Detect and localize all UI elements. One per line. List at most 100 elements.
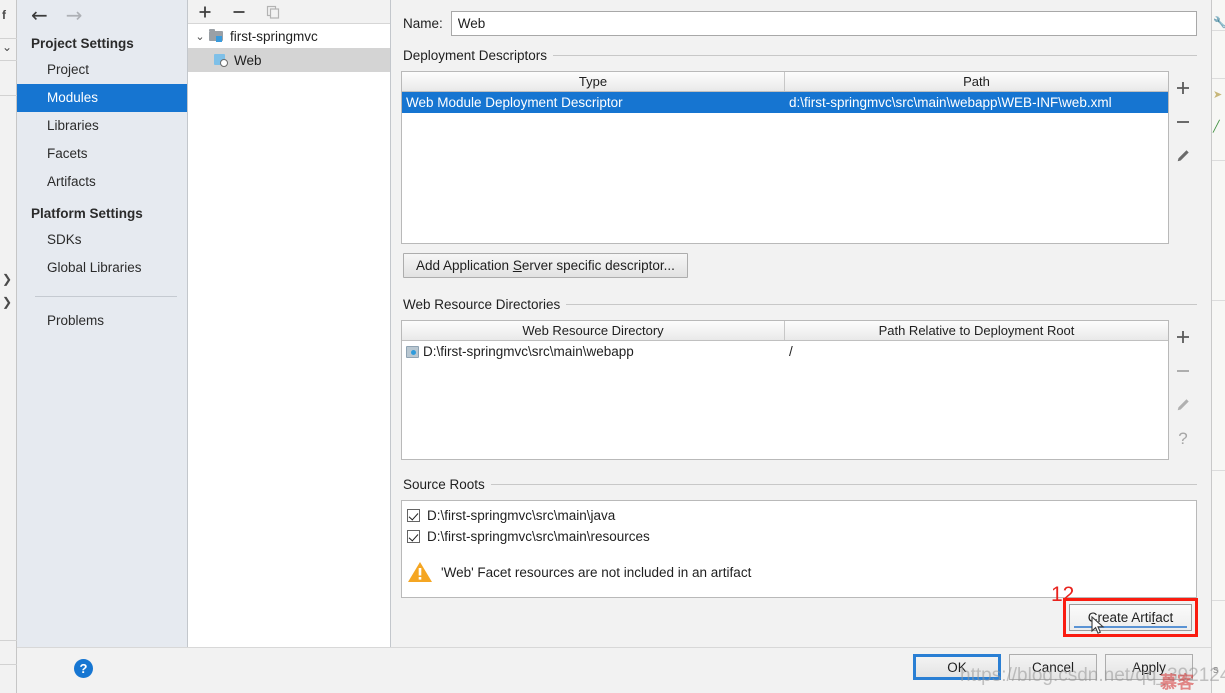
arrow-left-icon[interactable]: ← bbox=[31, 5, 48, 25]
add-web-resource-button[interactable] bbox=[1169, 320, 1197, 354]
project-settings-heading: Project Settings bbox=[31, 36, 134, 51]
cell-directory: D:\first-springmvc\src\main\webapp bbox=[402, 344, 785, 359]
cell-path: d:\first-springmvc\src\main\webapp\WEB-I… bbox=[789, 95, 1112, 110]
sidebar-item-facets[interactable]: Facets bbox=[17, 140, 187, 168]
remove-web-resource-button[interactable] bbox=[1169, 354, 1197, 388]
bg-wrench-icon: 🔧 bbox=[1213, 17, 1225, 29]
sidebar-item-artifacts[interactable]: Artifacts bbox=[17, 168, 187, 196]
table-header: Web Resource Directory Path Relative to … bbox=[402, 321, 1168, 341]
web-resource-directories-table[interactable]: Web Resource Directory Path Relative to … bbox=[401, 320, 1169, 460]
apply-button[interactable]: Apply bbox=[1105, 654, 1193, 680]
deployment-descriptors-title: Deployment Descriptors bbox=[403, 48, 548, 63]
module-tree-toolbar bbox=[188, 0, 390, 24]
arrow-right-icon[interactable]: → bbox=[66, 5, 83, 25]
column-header-path-relative: Path Relative to Deployment Root bbox=[878, 323, 1075, 338]
table-row[interactable]: Web Module Deployment Descriptor d:\firs… bbox=[402, 92, 1168, 113]
remove-descriptor-button[interactable] bbox=[1169, 105, 1197, 139]
tree-node-label: Web bbox=[234, 52, 262, 68]
sidebar-item-project[interactable]: Project bbox=[17, 56, 187, 84]
column-header-web-resource-directory: Web Resource Directory bbox=[402, 321, 785, 340]
table-header: Type Path bbox=[402, 72, 1168, 92]
list-item[interactable]: D:\first-springmvc\src\main\java bbox=[402, 505, 1196, 526]
tree-node-first-springmvc[interactable]: ⌄ first-springmvc bbox=[188, 24, 390, 48]
bg-letter-s: s bbox=[1213, 664, 1219, 676]
sidebar-item-sdks[interactable]: SDKs bbox=[17, 226, 187, 254]
web-facet-icon bbox=[212, 52, 230, 68]
create-artifact-button[interactable]: Create Artifact bbox=[1069, 604, 1192, 631]
remove-module-button[interactable] bbox=[230, 3, 248, 21]
sidebar-item-libraries[interactable]: Libraries bbox=[17, 112, 187, 140]
cancel-button[interactable]: Cancel bbox=[1009, 654, 1097, 680]
apply-button-label: Apply bbox=[1132, 659, 1166, 675]
bg-marker-icon: ➤ bbox=[1213, 89, 1223, 101]
name-label: Name: bbox=[403, 15, 443, 31]
project-structure-dialog: ← → Project Settings Project Modules Lib… bbox=[17, 0, 1211, 693]
module-tree-pane: ⌄ first-springmvc Web bbox=[188, 0, 391, 647]
navigation-arrows: ← → bbox=[17, 0, 187, 30]
background-ide-right-strip: 🔧 ➤ ╱ s bbox=[1211, 0, 1225, 693]
source-root-label: D:\first-springmvc\src\main\java bbox=[427, 508, 616, 523]
source-roots-list: D:\first-springmvc\src\main\java D:\firs… bbox=[401, 500, 1197, 598]
background-ide-left-strip: f ⌄ ❯ ❯ bbox=[0, 0, 17, 693]
group-rule bbox=[553, 55, 1197, 56]
source-root-checkbox[interactable] bbox=[407, 530, 420, 543]
source-roots-group: Source Roots D:\first-springmvc\src\main… bbox=[401, 477, 1197, 598]
dialog-footer: ? OK Cancel Apply bbox=[17, 647, 1211, 693]
deployment-descriptors-table[interactable]: Type Path Web Module Deployment Descript… bbox=[401, 71, 1169, 244]
name-input[interactable] bbox=[450, 10, 1197, 36]
tree-node-web[interactable]: Web bbox=[188, 48, 390, 72]
cell-type: Web Module Deployment Descriptor bbox=[406, 95, 623, 110]
name-row: Name: bbox=[401, 0, 1197, 46]
list-item[interactable]: D:\first-springmvc\src\main\resources bbox=[402, 526, 1196, 547]
sidebar-divider bbox=[35, 296, 177, 297]
source-roots-title: Source Roots bbox=[403, 477, 485, 492]
warning-triangle-icon bbox=[407, 560, 433, 584]
edit-web-resource-pencil-icon[interactable] bbox=[1169, 388, 1197, 422]
artifact-warning-text: 'Web' Facet resources are not included i… bbox=[441, 564, 752, 580]
bg-chevron-right-icon-1: ❯ bbox=[2, 272, 13, 286]
group-rule bbox=[490, 484, 1197, 485]
cancel-button-label: Cancel bbox=[1031, 659, 1075, 675]
directory-icon bbox=[406, 346, 419, 358]
settings-sidebar: ← → Project Settings Project Modules Lib… bbox=[17, 0, 188, 647]
sidebar-item-problems[interactable]: Problems bbox=[17, 307, 187, 335]
sidebar-item-label: Artifacts bbox=[47, 174, 96, 189]
web-resource-help-icon[interactable]: ? bbox=[1169, 422, 1197, 456]
table-row[interactable]: D:\first-springmvc\src\main\webapp / bbox=[402, 341, 1168, 362]
sidebar-item-global-libraries[interactable]: Global Libraries bbox=[17, 254, 187, 282]
artifact-warning-row: 'Web' Facet resources are not included i… bbox=[402, 549, 1196, 595]
sidebar-item-label: Project bbox=[47, 62, 90, 77]
bg-chevron-icon: ⌄ bbox=[2, 40, 13, 54]
mouse-cursor-icon bbox=[1091, 615, 1105, 636]
ok-button[interactable]: OK bbox=[913, 654, 1001, 680]
source-root-checkbox[interactable] bbox=[407, 509, 420, 522]
deployment-descriptors-buttons bbox=[1169, 71, 1197, 244]
sidebar-item-label: Problems bbox=[47, 313, 105, 328]
copy-module-button[interactable] bbox=[264, 3, 282, 21]
bg-pen-icon: ╱ bbox=[1213, 121, 1220, 133]
sidebar-item-modules[interactable]: Modules bbox=[17, 84, 187, 112]
chevron-down-icon[interactable]: ⌄ bbox=[192, 30, 208, 43]
sidebar-item-label: Facets bbox=[47, 146, 88, 161]
web-resource-directories-buttons: ? bbox=[1169, 320, 1197, 460]
sidebar-item-label: Modules bbox=[47, 90, 99, 105]
dialog-action-buttons: OK Cancel Apply bbox=[913, 654, 1193, 680]
add-application-server-descriptor-button[interactable]: Add Application Server specific descript… bbox=[403, 253, 688, 278]
edit-descriptor-pencil-icon[interactable] bbox=[1169, 139, 1197, 173]
sidebar-item-label: SDKs bbox=[47, 232, 82, 247]
module-tree-rows: ⌄ first-springmvc Web bbox=[188, 24, 390, 647]
deployment-descriptors-group: Deployment Descriptors Type Path Web Mod… bbox=[401, 48, 1197, 278]
module-folder-icon bbox=[208, 28, 226, 44]
screenshot-root: f ⌄ ❯ ❯ 🔧 ➤ ╱ s ← → Project Settings Pro… bbox=[0, 0, 1225, 693]
add-descriptor-button[interactable] bbox=[1169, 71, 1197, 105]
web-resource-directories-title: Web Resource Directories bbox=[403, 297, 561, 312]
group-rule bbox=[566, 304, 1197, 305]
add-module-button[interactable] bbox=[196, 3, 214, 21]
facet-settings-panel: Name: Deployment Descriptors Type Path bbox=[391, 0, 1211, 647]
web-resource-directories-group: Web Resource Directories Web Resource Di… bbox=[401, 297, 1197, 460]
ok-button-label: OK bbox=[947, 659, 967, 675]
bg-chevron-right-icon-2: ❯ bbox=[2, 295, 13, 309]
sidebar-item-label: Global Libraries bbox=[47, 260, 142, 275]
sidebar-item-label: Libraries bbox=[47, 118, 99, 133]
help-button[interactable]: ? bbox=[74, 659, 93, 678]
